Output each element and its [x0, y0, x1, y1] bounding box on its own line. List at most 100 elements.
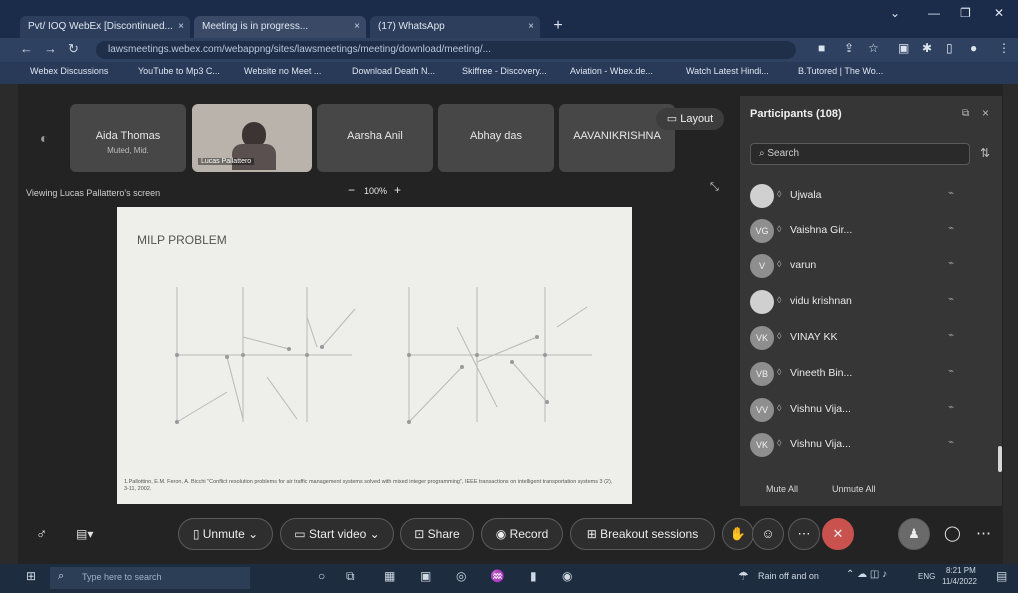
bookmark-item[interactable]: Webex Discussions [30, 66, 108, 76]
breakout-label: Breakout sessions [600, 527, 699, 541]
notification-icon[interactable]: ▤ [996, 569, 1007, 583]
chevron-down-icon[interactable]: ⌄ [890, 6, 900, 20]
bookmark-item[interactable]: Skiffree - Discovery... [462, 66, 547, 76]
close-icon[interactable]: × [528, 16, 534, 38]
tray-icons[interactable]: ⌃ ☁ ◫ ♪ [846, 569, 887, 580]
browser-tab-active[interactable]: Meeting is in progress... × [194, 16, 366, 38]
zoom-out-button[interactable]: − [348, 183, 355, 197]
app-icon[interactable]: ▮ [530, 569, 537, 583]
store-icon[interactable]: ▣ [420, 569, 431, 583]
participant-row[interactable]: VV ◊ Vishnu Vija... ⌁ [750, 392, 975, 426]
participant-row[interactable]: VG ◊ Vaishna Gir... ⌁ [750, 213, 975, 247]
participant-row[interactable]: ◊ vidu krishnan ⌁ [750, 284, 975, 318]
app-icon[interactable]: ♒ [490, 569, 505, 583]
share-icon[interactable]: ⇪ [844, 41, 854, 55]
mic-muted-icon[interactable]: ⌁ [948, 258, 954, 269]
camera-icon[interactable]: ■ [818, 41, 825, 55]
close-icon[interactable]: × [354, 16, 360, 38]
unmute-button[interactable]: ▯ Unmute ⌄ [178, 518, 273, 550]
more-panels-icon[interactable]: ⋯ [976, 524, 991, 542]
star-icon[interactable]: ☆ [868, 41, 879, 55]
language-indicator[interactable]: ENG [918, 572, 935, 581]
viewing-label: Viewing Lucas Pallattero's screen [26, 188, 161, 198]
cortana-icon[interactable]: ○ [318, 569, 325, 583]
webex-icon[interactable]: ◉ [562, 569, 572, 583]
expand-icon[interactable]: ◐ [40, 130, 48, 146]
reactions-button[interactable]: ☺ [752, 518, 784, 550]
participant-row[interactable]: VB ◊ Vineeth Bin... ⌁ [750, 356, 975, 390]
maximize-icon[interactable]: ❐ [960, 6, 971, 20]
participants-toggle-button[interactable]: ♟ [898, 518, 930, 550]
url-field[interactable]: lawsmeetings.webex.com/webappng/sites/la… [96, 41, 796, 59]
extension-icon[interactable]: ▣ [898, 41, 909, 55]
participants-scrollbar[interactable] [998, 446, 1002, 472]
mic-muted-icon[interactable]: ⌁ [948, 330, 954, 341]
more-options-button[interactable]: ⋯ [788, 518, 820, 550]
participant-row[interactable]: VK ◊ VINAY KK ⌁ [750, 320, 975, 354]
bookmark-item[interactable]: YouTube to Mp3 C... [138, 66, 220, 76]
clock-time: 8:21 PM [946, 566, 976, 575]
mic-muted-icon[interactable]: ⌁ [948, 223, 954, 234]
bookmark-item[interactable]: Aviation - Wbex.de... [570, 66, 653, 76]
bookmark-item[interactable]: B.Tutored | The Wo... [798, 66, 883, 76]
taskbar-search-placeholder: Type here to search [82, 572, 162, 582]
minimize-icon[interactable]: — [928, 6, 940, 20]
bookmark-item[interactable]: Watch Latest Hindi... [686, 66, 769, 76]
participant-row[interactable]: VK ◊ Vishnu Vija... ⌁ [750, 427, 975, 461]
mic-muted-icon[interactable]: ⌁ [948, 402, 954, 413]
start-video-button[interactable]: ▭ Start video ⌄ [280, 518, 394, 550]
participant-name: Vineeth Bin... [790, 367, 853, 379]
back-icon[interactable]: ← [20, 41, 33, 56]
forward-icon[interactable]: → [44, 41, 57, 56]
popout-icon[interactable]: ⧉ [962, 108, 969, 119]
sort-icon[interactable]: ⇅ [980, 146, 990, 160]
mute-all-button[interactable]: Mute All [766, 484, 798, 494]
breakout-sessions-button[interactable]: ⊞ Breakout sessions [570, 518, 715, 550]
task-view-icon[interactable]: ⧉ [346, 569, 355, 584]
mic-muted-icon[interactable]: ⌁ [948, 437, 954, 448]
file-explorer-icon[interactable]: ▦ [384, 569, 395, 583]
participant-thumbnail[interactable]: Aida Thomas Muted, Mid. [70, 104, 186, 172]
close-icon: ✕ [832, 526, 844, 541]
record-button[interactable]: ◉ Record [481, 518, 563, 550]
raise-hand-button[interactable]: ✋ [722, 518, 754, 550]
zoom-in-button[interactable]: + [394, 183, 401, 197]
leave-meeting-button[interactable]: ✕ [822, 518, 854, 550]
mic-muted-icon[interactable]: ⌁ [948, 366, 954, 377]
browser-tab[interactable]: Pvt/ IOQ WebEx [Discontinued... × [20, 16, 190, 38]
participant-search-input[interactable]: ⌕ Search [750, 143, 970, 165]
slide-reference: 1.Pallottino, E.M. Feron, A. Bicchi "Con… [124, 479, 613, 492]
reload-icon[interactable]: ↻ [68, 41, 79, 57]
captions-icon[interactable]: ▤▾ [76, 527, 93, 541]
profile-icon[interactable]: ● [970, 41, 977, 55]
participant-row[interactable]: V ◊ varun ⌁ [750, 248, 975, 282]
close-icon[interactable]: × [178, 16, 184, 38]
participant-row[interactable]: ◊ Ujwala ⌁ [750, 178, 975, 212]
puzzle-icon[interactable]: ✱ [922, 41, 932, 55]
bookmark-item[interactable]: Website no Meet ... [244, 66, 321, 76]
collapse-icon[interactable]: ⤡ [710, 181, 719, 194]
participant-thumbnail[interactable]: Abhay das [438, 104, 554, 172]
close-icon[interactable]: × [982, 106, 989, 120]
taskbar-search-input[interactable]: ⌕ Type here to search [50, 567, 250, 589]
share-button[interactable]: ⊡ Share [400, 518, 474, 550]
participant-thumbnail[interactable]: Aarsha Anil [317, 104, 433, 172]
close-icon[interactable]: ✕ [994, 6, 1004, 20]
feedback-icon[interactable]: ♂ [36, 526, 47, 543]
breakout-icon: ⊞ [586, 527, 601, 541]
participant-video[interactable]: Lucas Pallattero [192, 104, 312, 172]
sidebar-icon[interactable]: ▯ [946, 41, 953, 55]
thumbnail-name: Aarsha Anil [347, 130, 403, 142]
participant-name: vidu krishnan [790, 295, 852, 307]
chrome-icon[interactable]: ◎ [456, 569, 466, 583]
chat-icon[interactable]: ◯ [944, 524, 961, 542]
new-tab-button[interactable]: + [548, 16, 568, 38]
bookmark-item[interactable]: Download Death N... [352, 66, 435, 76]
menu-icon[interactable]: ⋮ [998, 41, 1010, 55]
unmute-all-button[interactable]: Unmute All [832, 484, 876, 494]
mic-muted-icon[interactable]: ⌁ [948, 294, 954, 305]
mic-muted-icon[interactable]: ⌁ [948, 188, 954, 199]
layout-button[interactable]: ▭ Layout [656, 108, 724, 130]
browser-tab[interactable]: (17) WhatsApp × [370, 16, 540, 38]
windows-start-icon[interactable]: ⊞ [26, 569, 36, 583]
